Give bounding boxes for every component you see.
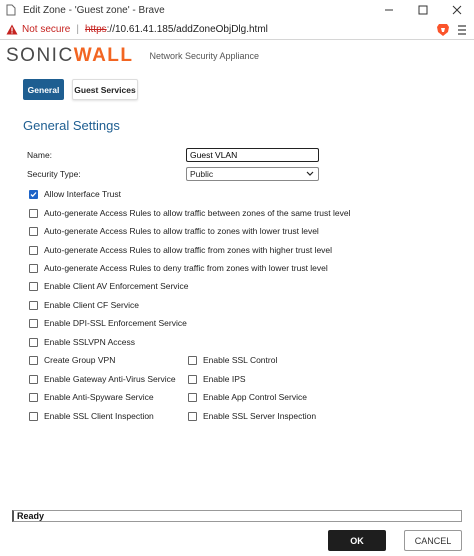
url-scheme[interactable]: https [85, 24, 107, 35]
checkbox-auto-rules-deny-lower-trust[interactable]: Auto-generate Access Rules to deny traff… [29, 263, 328, 273]
checkbox-box[interactable] [29, 208, 38, 218]
checkbox-gateway-anti-virus[interactable]: Enable Gateway Anti-Virus Service [29, 374, 176, 384]
checkbox-box[interactable] [29, 318, 38, 328]
checkbox-box[interactable] [29, 392, 38, 402]
checkbox-box[interactable] [29, 337, 38, 347]
checkbox-auto-rules-to-lower-trust[interactable]: Auto-generate Access Rules to allow traf… [29, 226, 319, 236]
header-subtitle: Network Security Appliance [149, 51, 260, 61]
url-text[interactable]: ://10.61.41.185/addZoneObjDlg.html [107, 24, 268, 35]
name-label: Name: [27, 150, 53, 160]
chevron-down-icon [305, 169, 315, 179]
address-bar[interactable]: Not secure | https ://10.61.41.185/addZo… [0, 20, 474, 40]
checkbox-box[interactable] [29, 355, 38, 365]
checkbox-box[interactable] [29, 263, 38, 273]
checkbox-allow-interface-trust[interactable]: Allow Interface Trust [29, 189, 121, 199]
checkbox-label: Enable IPS [203, 374, 246, 384]
checkbox-create-group-vpn[interactable]: Create Group VPN [29, 355, 115, 365]
security-type-value: Public [190, 169, 214, 179]
logo-accent: WALL [73, 45, 134, 66]
maximize-icon[interactable] [406, 0, 440, 20]
checkbox-label: Auto-generate Access Rules to allow traf… [44, 245, 333, 255]
name-input[interactable] [186, 148, 319, 162]
checkbox-label: Enable SSL Control [203, 355, 278, 365]
checkbox-label: Auto-generate Access Rules to allow traf… [44, 208, 351, 218]
checkbox-checked-icon[interactable] [29, 189, 38, 199]
checkbox-auto-rules-from-higher-trust[interactable]: Auto-generate Access Rules to allow traf… [29, 245, 332, 255]
checkbox-label: Allow Interface Trust [44, 189, 122, 199]
logo-main: SONIC [6, 45, 74, 66]
checkbox-box[interactable] [188, 355, 197, 365]
address-separator: | [76, 24, 79, 35]
checkbox-ssl-client-inspection[interactable]: Enable SSL Client Inspection [29, 411, 154, 421]
checkbox-label: Auto-generate Access Rules to allow traf… [44, 226, 319, 236]
warning-icon[interactable] [6, 24, 18, 36]
checkbox-anti-spyware[interactable]: Enable Anti-Spyware Service [29, 392, 154, 402]
checkbox-box[interactable] [188, 374, 197, 384]
checkbox-label: Enable Gateway Anti-Virus Service [44, 374, 176, 384]
checkbox-box[interactable] [29, 245, 38, 255]
checkbox-ips[interactable]: Enable IPS [188, 374, 246, 384]
section-title: General Settings [23, 118, 120, 133]
checkbox-box[interactable] [29, 281, 38, 291]
checkbox-client-av-enforcement[interactable]: Enable Client AV Enforcement Service [29, 281, 188, 291]
window-titlebar: Edit Zone - 'Guest zone' - Brave [0, 0, 474, 20]
security-type-label: Security Type: [27, 169, 81, 179]
checkbox-box[interactable] [29, 226, 38, 236]
checkbox-label: Enable DPI-SSL Enforcement Service [44, 318, 187, 328]
window-title: Edit Zone - 'Guest zone' - Brave [23, 4, 165, 16]
brave-shield-icon[interactable] [436, 23, 450, 37]
checkbox-label: Enable App Control Service [203, 392, 307, 402]
cancel-button[interactable]: CANCEL [404, 530, 462, 551]
ok-button[interactable]: OK [328, 530, 386, 551]
checkbox-box[interactable] [188, 411, 197, 421]
checkbox-label: Enable Client CF Service [44, 300, 139, 310]
status-bar: Ready [12, 510, 462, 522]
checkbox-auto-rules-same-trust[interactable]: Auto-generate Access Rules to allow traf… [29, 208, 350, 218]
checkbox-label: Enable SSLVPN Access [44, 337, 136, 347]
checkbox-box[interactable] [29, 374, 38, 384]
security-type-select[interactable]: Public [186, 167, 319, 181]
minimize-icon[interactable] [372, 0, 406, 20]
checkbox-label: Enable Client AV Enforcement Service [44, 281, 189, 291]
document-icon [5, 4, 17, 16]
checkbox-label: Enable Anti-Spyware Service [44, 392, 154, 402]
menu-icon[interactable] [456, 23, 468, 37]
tab-general[interactable]: General [23, 79, 64, 100]
checkbox-box[interactable] [188, 392, 197, 402]
checkbox-label: Auto-generate Access Rules to deny traff… [44, 263, 328, 273]
checkbox-sslvpn-access[interactable]: Enable SSLVPN Access [29, 337, 135, 347]
checkbox-client-cf-service[interactable]: Enable Client CF Service [29, 300, 139, 310]
app-header: SONICWALL Network Security Appliance [0, 41, 474, 71]
checkbox-ssl-control[interactable]: Enable SSL Control [188, 355, 277, 365]
tab-guest-services[interactable]: Guest Services [72, 79, 138, 100]
checkbox-ssl-server-inspection[interactable]: Enable SSL Server Inspection [188, 411, 316, 421]
checkbox-box[interactable] [29, 300, 38, 310]
checkbox-app-control[interactable]: Enable App Control Service [188, 392, 307, 402]
checkbox-box[interactable] [29, 411, 38, 421]
not-secure-label[interactable]: Not secure [22, 24, 70, 35]
checkbox-label: Enable SSL Server Inspection [203, 411, 317, 421]
checkbox-label: Enable SSL Client Inspection [44, 411, 154, 421]
checkbox-dpi-ssl-enforcement[interactable]: Enable DPI-SSL Enforcement Service [29, 318, 187, 328]
sonicwall-logo: SONICWALL [6, 45, 134, 67]
close-icon[interactable] [440, 0, 474, 20]
checkbox-label: Create Group VPN [44, 355, 116, 365]
